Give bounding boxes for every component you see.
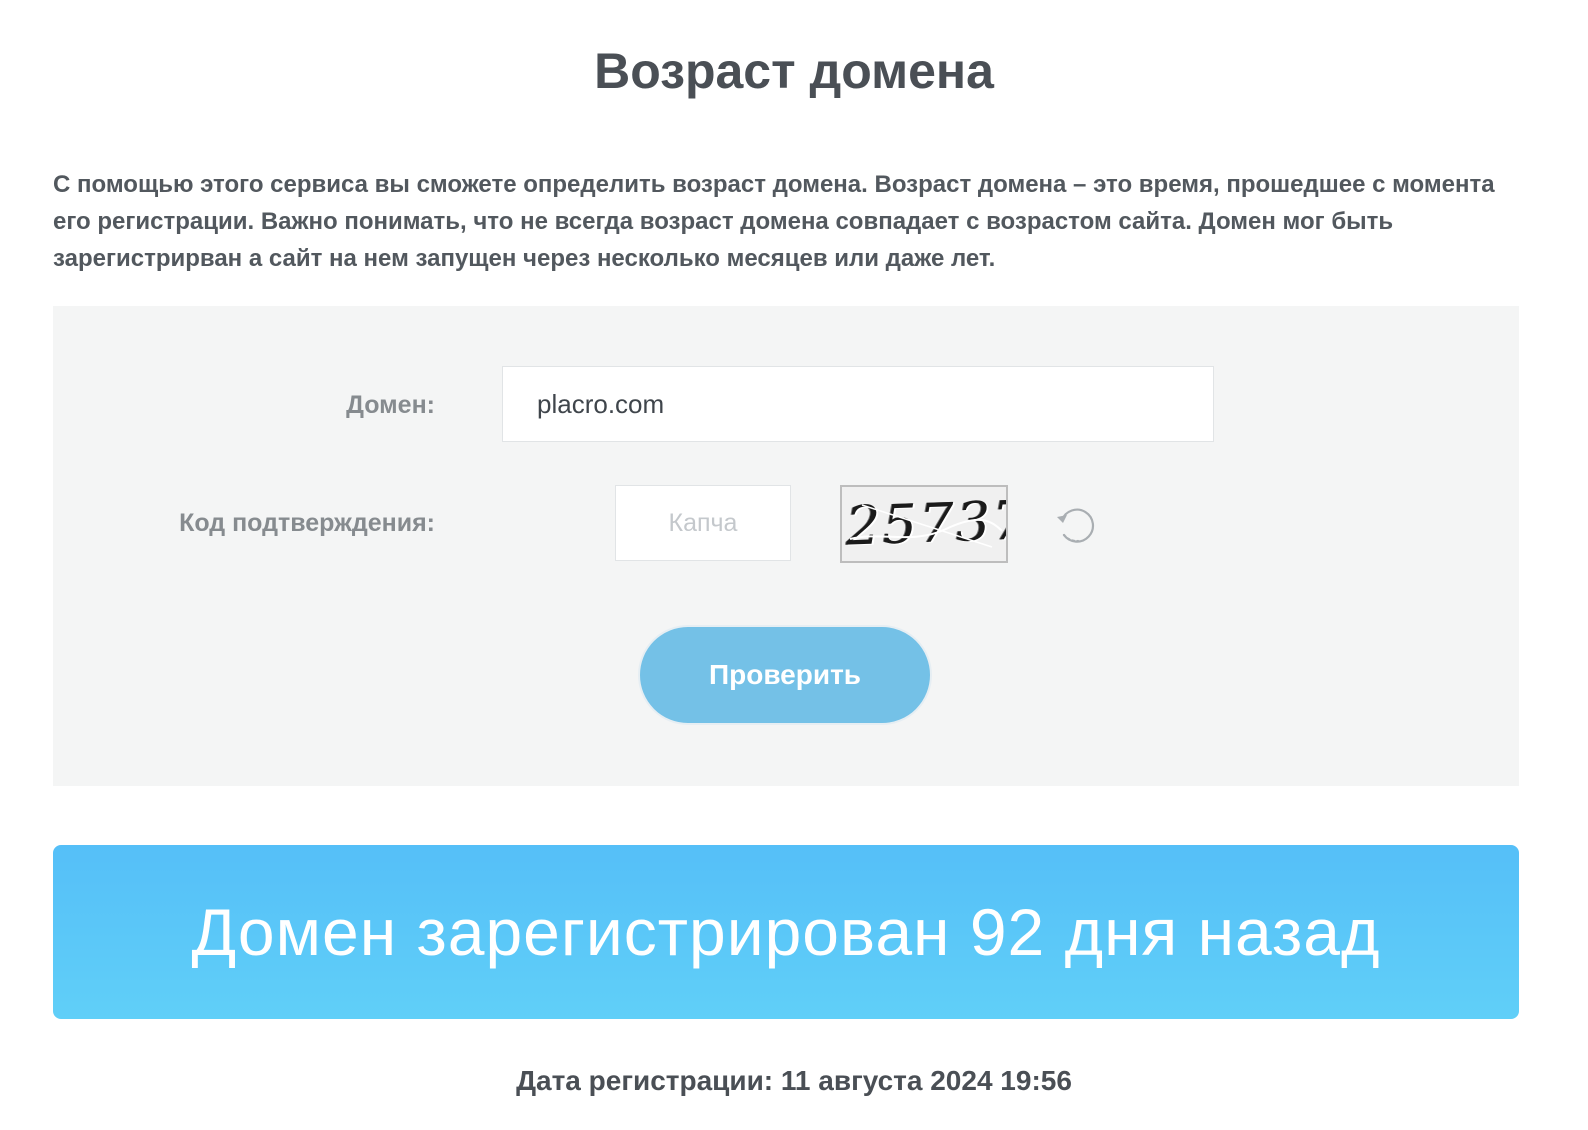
captcha-label: Код подтверждения: bbox=[179, 509, 435, 537]
refresh-icon bbox=[1057, 508, 1095, 543]
domain-check-form: Домен: Код подтверждения: 25737 Проверит… bbox=[53, 306, 1519, 786]
refresh-captcha-button[interactable] bbox=[1053, 502, 1099, 548]
intro-text: С помощью этого сервиса вы сможете опред… bbox=[53, 171, 1495, 272]
registration-date: Дата регистрации: 11 августа 2024 19:56 bbox=[516, 1065, 1072, 1096]
check-button[interactable]: Проверить bbox=[638, 625, 932, 725]
domain-input[interactable] bbox=[502, 366, 1214, 442]
domain-label: Домен: bbox=[346, 391, 435, 419]
captcha-input[interactable] bbox=[615, 485, 791, 561]
page-title: Возраст домена bbox=[594, 43, 994, 99]
captcha-noise bbox=[849, 504, 1003, 548]
captcha-image: 25737 bbox=[840, 485, 1008, 563]
result-banner: Домен зарегистрирован 92 дня назад bbox=[53, 845, 1519, 1019]
